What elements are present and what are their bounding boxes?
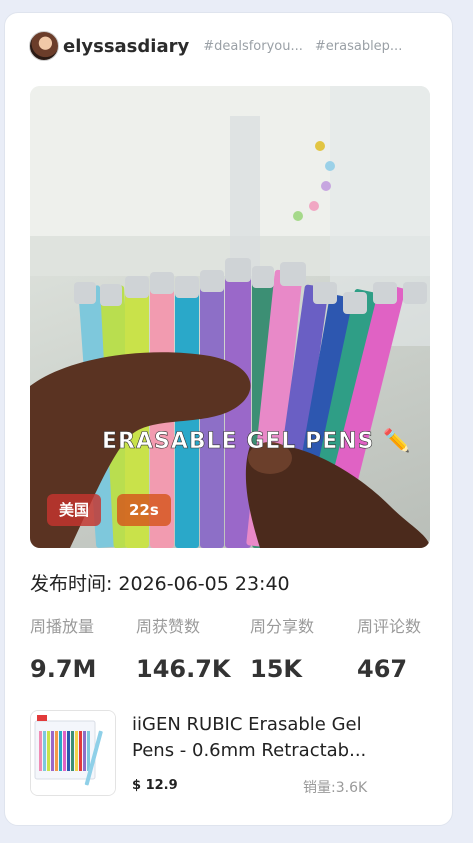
video-thumbnail[interactable]: ERASABLE GEL PENS ✏️ 美国 22s: [30, 86, 430, 548]
hashtag[interactable]: #dealsforyou...: [203, 39, 303, 54]
card-header: elyssasdiary #dealsforyou... #erasablep.…: [29, 29, 439, 63]
weekly-stats: 周播放量 9.7M 周获赞数 146.7K 周分享数 15K 周评论数 467: [30, 613, 450, 693]
product-sales: 销量:3.6K: [303, 780, 368, 796]
hashtag[interactable]: #erasablep...: [315, 39, 402, 54]
duration-badge: 22s: [117, 494, 171, 526]
pens-illustration: ERASABLE GEL PENS ✏️: [30, 86, 430, 548]
country-badge: 美国: [47, 494, 102, 526]
stat-label: 周分享数: [250, 617, 315, 636]
stat-label: 周获赞数: [136, 617, 201, 636]
product-thumbnail[interactable]: [30, 710, 116, 796]
stat-comments: 周评论数 467: [357, 613, 421, 683]
video-card[interactable]: elyssasdiary #dealsforyou... #erasablep.…: [4, 12, 453, 826]
stat-value: 146.7K: [136, 655, 231, 683]
stat-likes: 周获赞数 146.7K: [136, 613, 231, 683]
stat-shares: 周分享数 15K: [250, 613, 314, 683]
publish-time: 发布时间: 2026-06-05 23:40: [30, 569, 290, 596]
pen-pack-image: [31, 711, 115, 795]
avatar[interactable]: [29, 31, 59, 61]
product-item[interactable]: iiGEN RUBIC Erasable Gel Pens - 0.6mm Re…: [30, 710, 440, 796]
stat-value: 15K: [250, 655, 302, 683]
stat-label: 周评论数: [357, 617, 422, 636]
stat-plays: 周播放量 9.7M: [30, 613, 96, 683]
video-caption: ERASABLE GEL PENS ✏️: [102, 427, 412, 454]
stat-label: 周播放量: [30, 617, 95, 636]
product-title[interactable]: iiGEN RUBIC Erasable Gel Pens - 0.6mm Re…: [132, 712, 392, 764]
stat-value: 9.7M: [30, 655, 97, 683]
publish-time-label: 发布时间:: [30, 573, 113, 595]
username[interactable]: elyssasdiary: [63, 36, 189, 57]
publish-time-value: 2026-06-05 23:40: [118, 573, 290, 595]
product-price: $ 12.9: [132, 778, 178, 793]
stat-value: 467: [357, 655, 408, 683]
